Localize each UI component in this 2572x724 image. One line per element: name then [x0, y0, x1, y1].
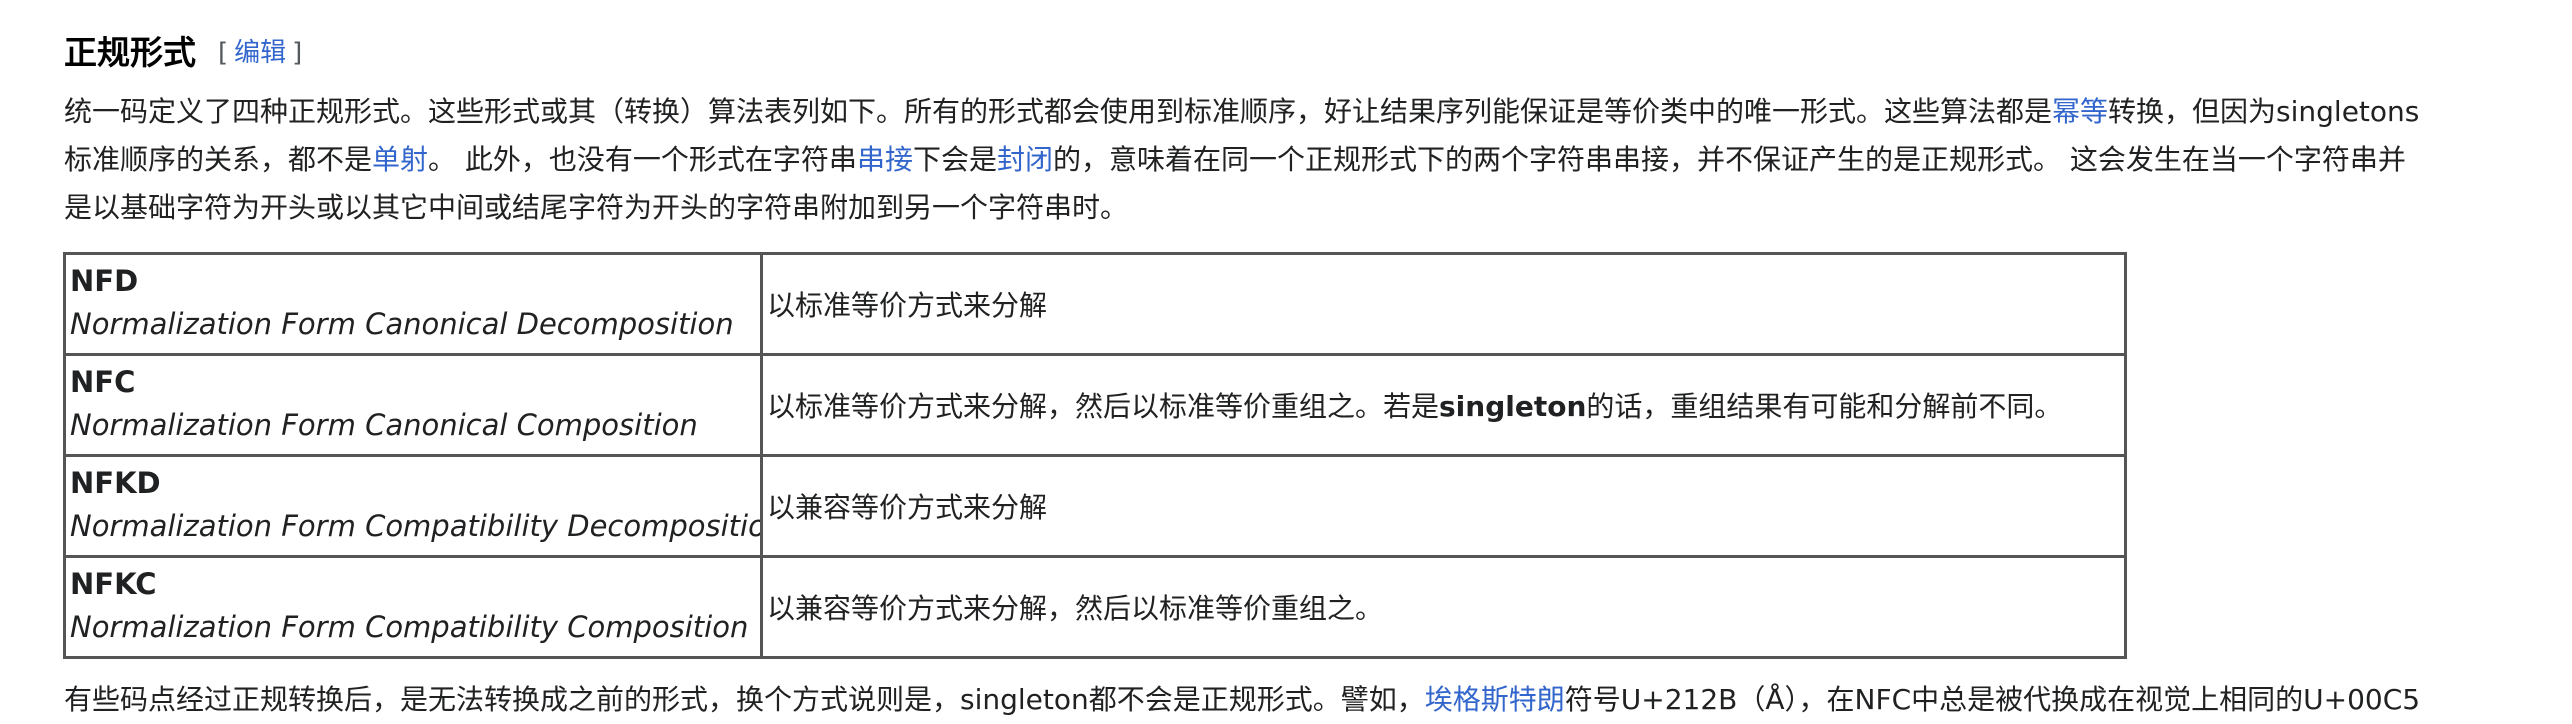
outro-paragraph: 有些码点经过正规转换后，是无法转换成之前的形式，换个方式说则是，singleto… [64, 676, 2420, 724]
intro-line-1: 统一码定义了四种正规形式。这些形式或其（转换）算法表列如下。所有的形式都会使用到… [64, 88, 2419, 136]
section-title: 正规形式 [64, 33, 196, 72]
intro-text: 标准顺序的关系，都不是 [64, 143, 373, 176]
edit-bracket-open: [ [218, 37, 229, 68]
form-abbr: NFD [70, 264, 139, 298]
edit-section-link-group: [编辑] [218, 32, 302, 69]
form-name-cell: NFD Normalization Form Canonical Decompo… [63, 252, 763, 356]
form-full-name: Normalization Form Compatibility Composi… [70, 610, 749, 644]
table-row: NFC Normalization Form Canonical Composi… [63, 353, 2127, 457]
form-description: 以兼容等价方式来分解，然后以标准等价重组之。 [767, 592, 1384, 625]
link-idempotent[interactable]: 幂等 [2052, 95, 2108, 128]
table-row: NFKD Normalization Form Compatibility De… [63, 454, 2127, 558]
intro-text: 。 此外，也没有一个形式在字符串 [428, 143, 857, 176]
intro-paragraph: 统一码定义了四种正规形式。这些形式或其（转换）算法表列如下。所有的形式都会使用到… [64, 88, 2419, 232]
intro-text: 统一码定义了四种正规形式。这些形式或其（转换）算法表列如下。所有的形式都会使用到… [64, 95, 2053, 128]
form-full-name: Normalization Form Canonical Decompositi… [70, 307, 734, 341]
form-name-cell: NFKC Normalization Form Compatibility Co… [63, 555, 763, 659]
intro-text: 是以基础字符为开头或以其它中间或结尾字符为开头的字符串附加到另一个字符串时。 [64, 191, 1129, 224]
form-description-text: 的话，重组结果有可能和分解前不同。 [1586, 390, 2063, 423]
intro-text: 下会是 [912, 143, 997, 176]
link-closure[interactable]: 封闭 [997, 143, 1053, 176]
table-row: NFKC Normalization Form Compatibility Co… [63, 555, 2127, 659]
section-heading: 正规形式 [编辑] [64, 28, 302, 72]
form-description-cell: 以标准等价方式来分解，然后以标准等价重组之。若是singleton的话，重组结果… [760, 353, 2127, 457]
form-full-name: Normalization Form Compatibility Decompo… [70, 509, 762, 543]
form-full-name: Normalization Form Canonical Composition [70, 408, 698, 442]
form-name-cell: NFKD Normalization Form Compatibility De… [63, 454, 763, 558]
outro-text: 有些码点经过正规转换后，是无法转换成之前的形式，换个方式说则是，singleto… [64, 683, 1425, 716]
form-description-cell: 以兼容等价方式来分解，然后以标准等价重组之。 [760, 555, 2127, 659]
form-description: 以标准等价方式来分解 [767, 289, 1048, 322]
form-abbr: NFKC [70, 567, 157, 601]
form-description-cell: 以标准等价方式来分解 [760, 252, 2127, 356]
normalization-forms-table: NFD Normalization Form Canonical Decompo… [63, 252, 2127, 659]
form-abbr: NFC [70, 365, 136, 399]
intro-text: 转换，但因为singletons [2108, 95, 2420, 128]
table-row: NFD Normalization Form Canonical Decompo… [63, 252, 2127, 356]
link-angstrom[interactable]: 埃格斯特朗 [1425, 683, 1565, 716]
edit-bracket-close: ] [292, 37, 303, 68]
form-description: 以标准等价方式来分解，然后以标准等价重组之。若是singleton的话，重组结果… [767, 390, 2062, 423]
form-description: 以兼容等价方式来分解 [767, 491, 1048, 524]
form-description-bold: singleton [1439, 390, 1587, 423]
edit-section-link[interactable]: 编辑 [234, 38, 286, 68]
outro-text: 符号U+212B（Å），在NFC中总是被代换成在视觉上相同的U+00C5 [1564, 683, 2421, 716]
form-abbr: NFKD [70, 466, 161, 500]
form-description-text: 以标准等价方式来分解，然后以标准等价重组之。若是 [767, 390, 1440, 423]
intro-text: 的，意味着在同一个正规形式下的两个字符串串接，并不保证产生的是正规形式。 这会发… [1052, 143, 2406, 176]
form-description-cell: 以兼容等价方式来分解 [760, 454, 2127, 558]
intro-line-2: 标准顺序的关系，都不是单射。 此外，也没有一个形式在字符串串接下会是封闭的，意味… [64, 136, 2419, 184]
intro-line-3: 是以基础字符为开头或以其它中间或结尾字符为开头的字符串附加到另一个字符串时。 [64, 184, 2419, 232]
link-concatenation[interactable]: 串接 [857, 143, 913, 176]
link-injective[interactable]: 单射 [372, 143, 428, 176]
form-name-cell: NFC Normalization Form Canonical Composi… [63, 353, 763, 457]
